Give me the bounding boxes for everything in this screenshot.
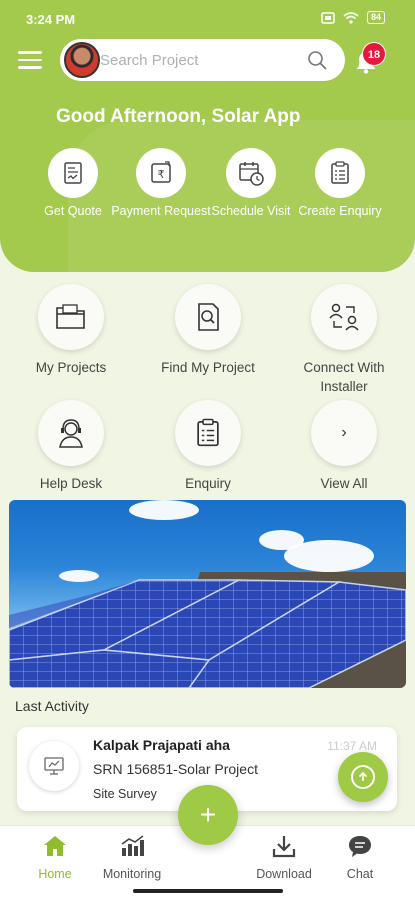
scroll-to-top-button[interactable]	[338, 752, 388, 802]
support-agent-icon	[59, 419, 83, 448]
nav-home[interactable]: Home	[15, 834, 95, 881]
search-icon[interactable]	[307, 50, 327, 70]
nav-chat[interactable]: Chat	[320, 834, 400, 881]
arrow-up-icon	[358, 771, 368, 781]
solar-panel-image	[9, 579, 406, 688]
search-input[interactable]	[100, 48, 290, 72]
chevron-right-icon: ›	[341, 424, 347, 441]
find-my-project-button[interactable]: Find My Project	[143, 284, 273, 377]
help-desk-label: Help Desk	[39, 476, 103, 491]
chart-icon	[121, 835, 144, 856]
monitor-icon	[44, 757, 64, 775]
home-icon	[44, 836, 66, 856]
battery-indicator: 84	[366, 11, 385, 24]
status-time: 3:24 PM	[26, 12, 76, 27]
svg-text:₹: ₹	[158, 168, 165, 181]
help-desk-button[interactable]: Help Desk	[6, 400, 136, 493]
activity-stage: Site Survey	[93, 787, 157, 801]
folder-icon	[56, 304, 85, 329]
quick-actions: Get Quote ₹ Payment Request Schedule Vis…	[0, 148, 415, 248]
clipboard-list-icon	[331, 161, 349, 184]
hamburger-menu-button[interactable]	[18, 51, 42, 69]
nav-monitoring-label: Monitoring	[102, 867, 162, 881]
people-connect-icon	[329, 303, 359, 331]
enquiry-label: Enquiry	[185, 476, 231, 491]
rupee-payment-icon: ₹	[151, 161, 171, 183]
chat-icon	[349, 836, 371, 857]
nav-download-label: Download	[256, 867, 312, 881]
activity-time: 11:37 AM	[327, 739, 377, 753]
status-icons: 84	[321, 11, 385, 24]
notification-badge: 18	[362, 42, 386, 66]
nav-download[interactable]: Download	[244, 834, 324, 881]
greeting-text: Good Afternoon, Solar App	[56, 106, 301, 127]
app-header: 3:24 PM 84 18 Good Afternoon, Solar App …	[0, 0, 415, 272]
create-enquiry-button[interactable]: Create Enquiry	[285, 148, 395, 220]
find-my-project-label: Find My Project	[161, 360, 255, 375]
home-indicator	[133, 889, 283, 893]
my-projects-label: My Projects	[35, 360, 107, 375]
add-button[interactable]: +	[178, 785, 238, 845]
enquiry-button[interactable]: Enquiry	[143, 400, 273, 493]
avatar[interactable]	[64, 42, 100, 78]
activity-srn: SRN 156851-Solar Project	[93, 761, 258, 777]
search-bar[interactable]	[60, 39, 345, 81]
quote-icon	[64, 162, 82, 184]
nav-chat-label: Chat	[346, 867, 374, 881]
nav-monitoring[interactable]: Monitoring	[92, 834, 172, 881]
solar-panels-banner[interactable]	[9, 500, 406, 688]
connect-with-installer-button[interactable]: Connect With Installer	[279, 284, 409, 396]
view-all-button[interactable]: › View All	[279, 400, 409, 493]
activity-name: Kalpak Prajapati aha	[93, 737, 230, 753]
status-bar: 3:24 PM 84	[0, 0, 415, 38]
my-projects-button[interactable]: My Projects	[6, 284, 136, 377]
view-all-label: View All	[320, 476, 368, 491]
create-enquiry-label: Create Enquiry	[298, 204, 382, 218]
calendar-clock-icon	[239, 162, 264, 186]
download-icon	[272, 836, 296, 858]
last-activity-title: Last Activity	[15, 698, 89, 714]
connect-with-installer-label: Connect With Installer	[303, 360, 385, 394]
document-search-icon	[198, 303, 219, 331]
sim-icon	[321, 11, 335, 24]
wifi-icon	[343, 11, 359, 24]
clipboard-list-icon	[197, 418, 219, 447]
nav-home-label: Home	[38, 867, 72, 881]
activity-icon-wrapper	[29, 741, 79, 791]
